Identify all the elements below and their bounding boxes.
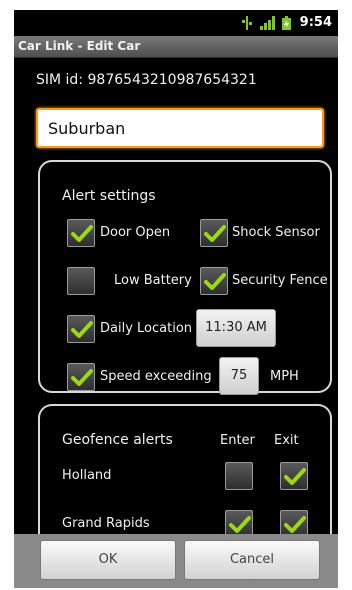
alert-settings-heading: Alert settings (62, 188, 156, 204)
signal-icon (260, 16, 275, 30)
check-icon (204, 273, 226, 290)
door-open-checkbox[interactable] (67, 219, 95, 247)
check-icon (284, 468, 306, 485)
title-bar: Car Link - Edit Car (14, 36, 338, 58)
security-fence-checkbox[interactable] (200, 267, 228, 295)
low-battery-checkbox[interactable] (67, 267, 95, 295)
speed-exceeding-label: Speed exceeding (100, 369, 212, 384)
speed-unit-label: MPH (270, 369, 299, 384)
speed-exceeding-checkbox[interactable] (67, 363, 95, 391)
sim-id-label: SIM id: (36, 72, 84, 88)
phone-screen: 9:54 Car Link - Edit Car SIM id: 9876543… (14, 10, 338, 588)
button-bar: OK Cancel (14, 534, 338, 588)
daily-location-time-button[interactable]: 11:30 AM (196, 309, 276, 347)
geofence-heading: Geofence alerts (62, 432, 173, 448)
daily-location-label: Daily Location (100, 321, 193, 336)
sim-id-value: 9876543210987654321 (87, 72, 257, 88)
usb-icon (242, 16, 252, 30)
ok-button[interactable]: OK (40, 540, 176, 580)
shock-sensor-checkbox[interactable] (200, 219, 228, 247)
alert-settings-panel: Alert settings Door Open Shock Sensor Lo… (38, 160, 332, 395)
app-title: Car Link - Edit Car (18, 39, 141, 53)
speed-limit-input[interactable]: 75 (219, 357, 259, 395)
check-icon (71, 225, 93, 242)
geofence-name-grand-rapids: Grand Rapids (62, 516, 150, 531)
security-fence-label: Security Fence (232, 273, 328, 288)
geofence-name-holland: Holland (62, 468, 112, 483)
car-name-value: Suburban (48, 119, 126, 138)
holland-exit-checkbox[interactable] (280, 462, 308, 490)
battery-icon (282, 16, 291, 30)
check-icon (71, 321, 93, 338)
check-icon (71, 369, 93, 386)
shock-sensor-label: Shock Sensor (232, 225, 320, 240)
check-icon (229, 516, 251, 533)
enter-column-header: Enter (220, 433, 255, 448)
sim-id: SIM id: 9876543210987654321 (36, 72, 257, 88)
status-bar: 9:54 (14, 10, 338, 36)
low-battery-label: Low Battery (114, 273, 192, 288)
exit-column-header: Exit (274, 433, 299, 448)
clock: 9:54 (299, 15, 332, 30)
daily-location-checkbox[interactable] (67, 315, 95, 343)
check-icon (204, 225, 226, 242)
car-name-input[interactable]: Suburban (36, 108, 324, 148)
check-icon (284, 516, 306, 533)
door-open-label: Door Open (100, 225, 171, 240)
geofence-alerts-panel: Geofence alerts Enter Exit Holland Grand… (38, 404, 332, 538)
cancel-button[interactable]: Cancel (184, 540, 320, 580)
holland-enter-checkbox[interactable] (225, 462, 253, 490)
